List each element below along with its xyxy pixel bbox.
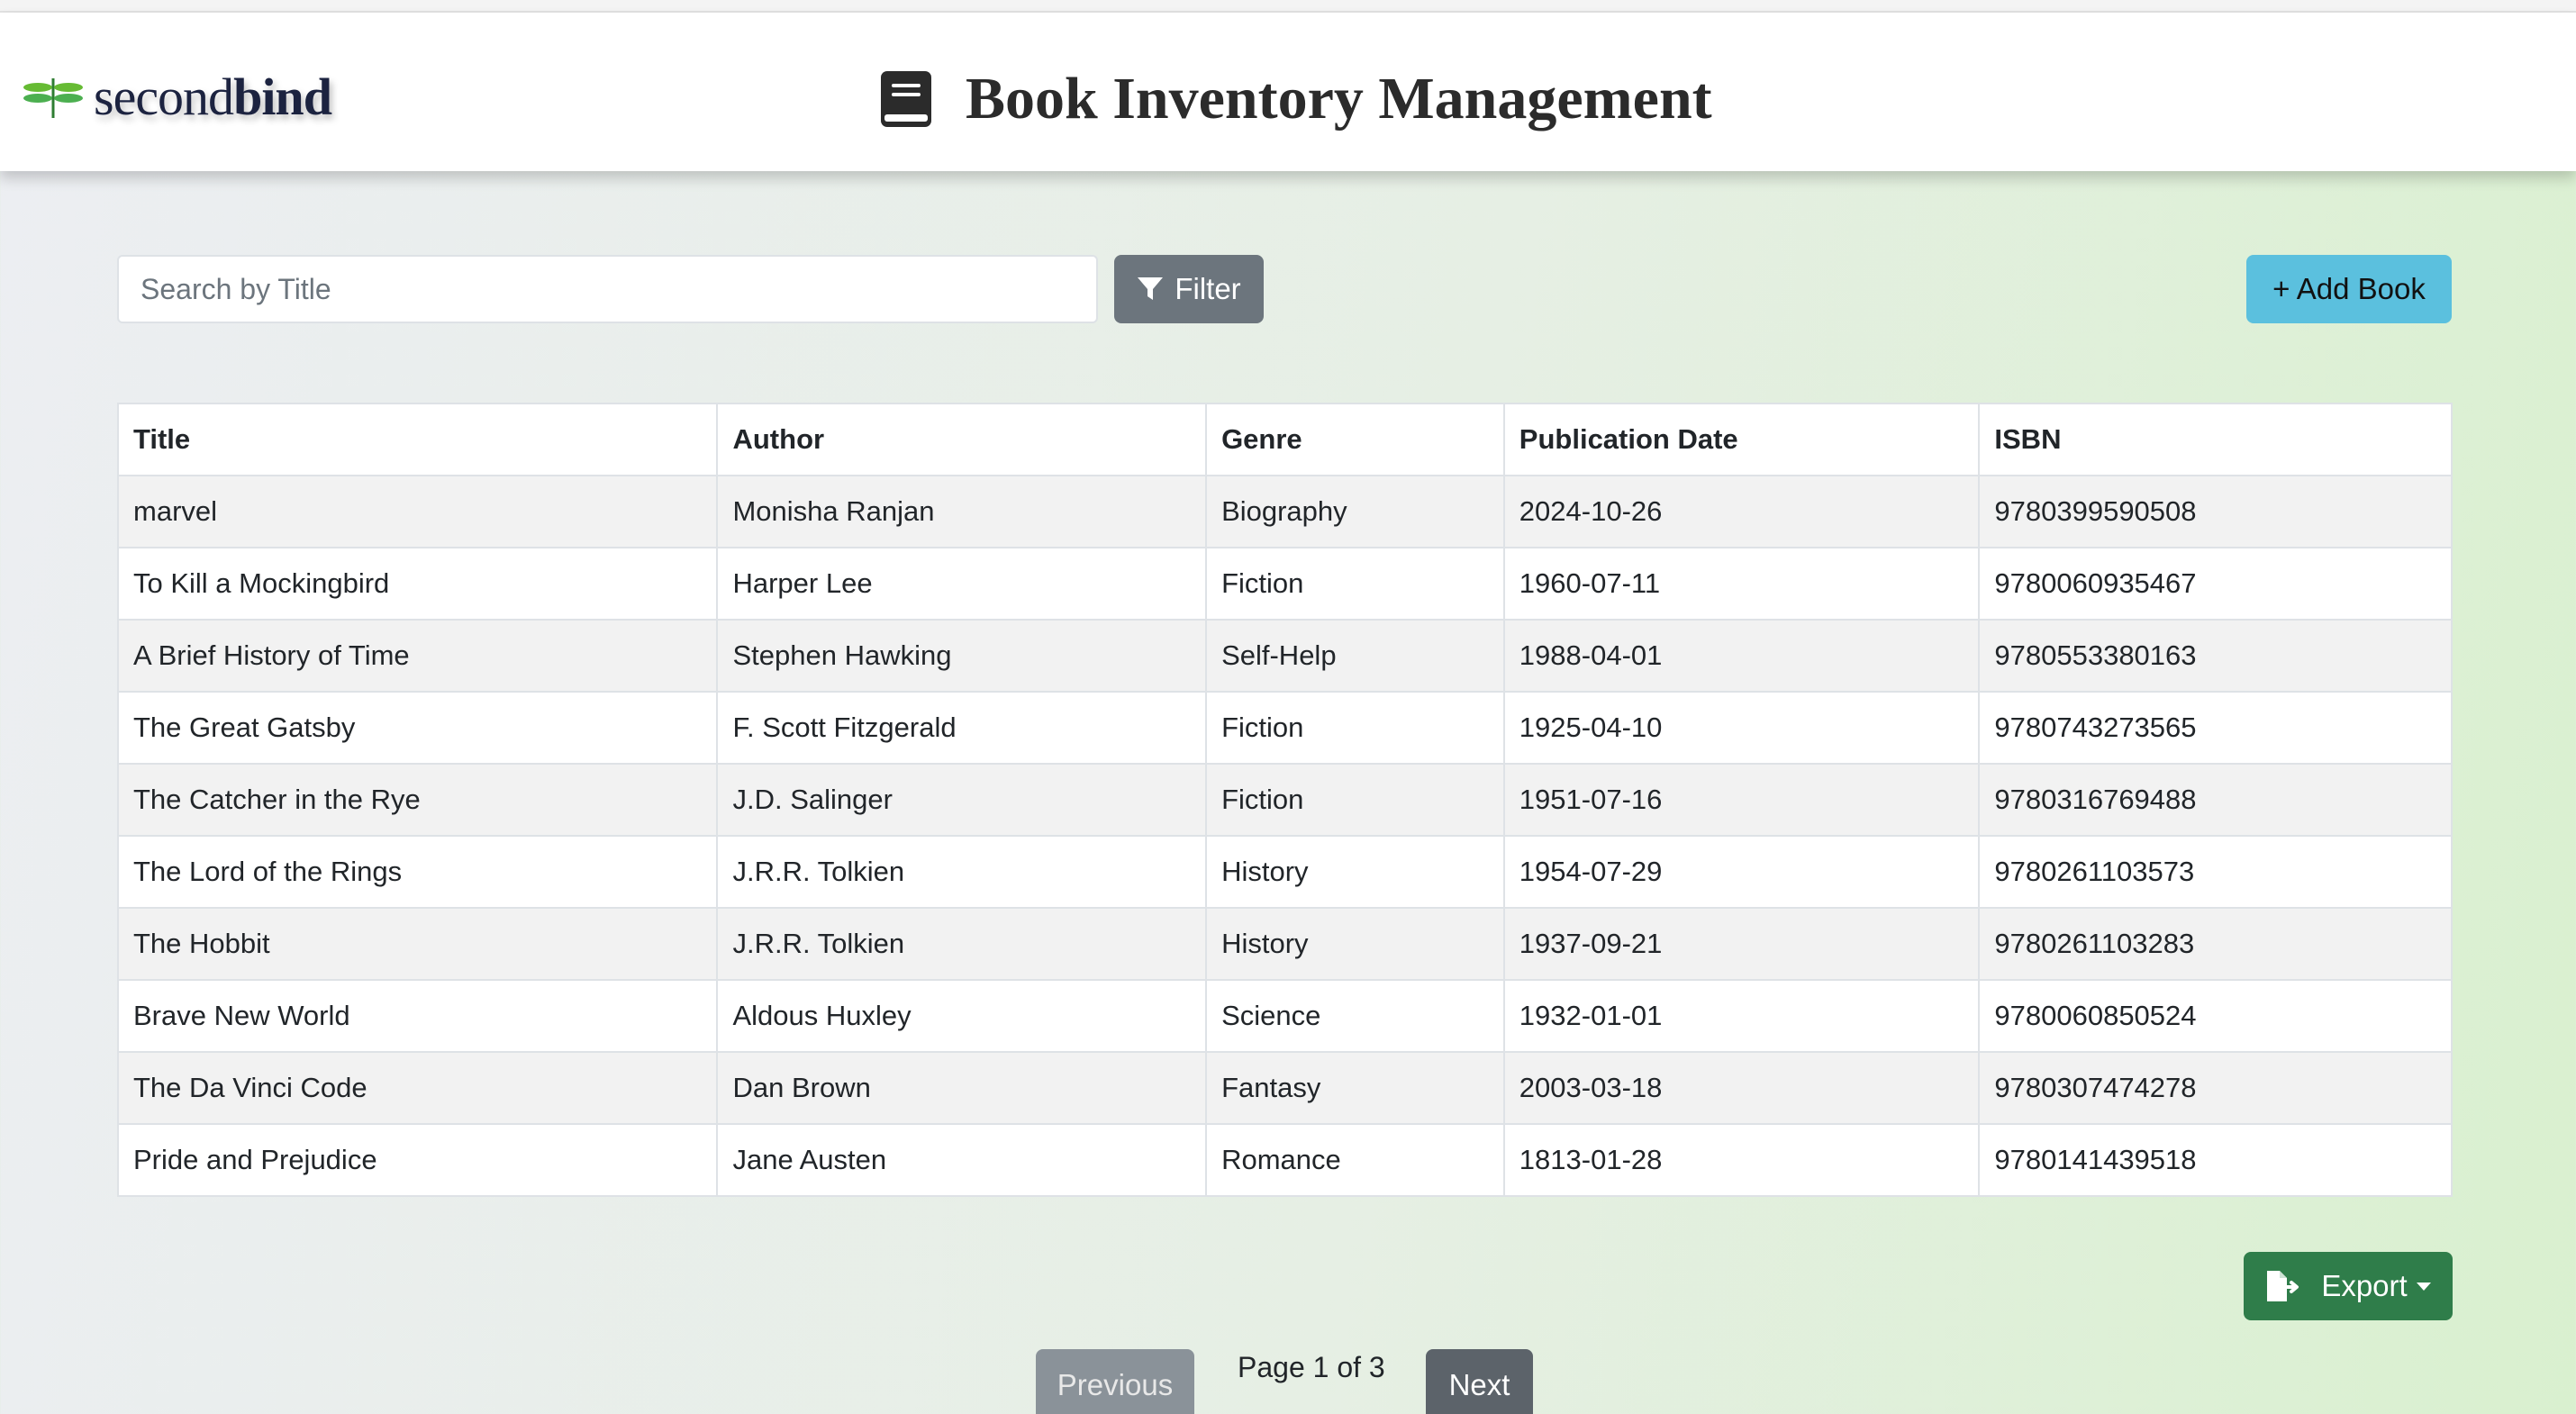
- app-header: secondbind Book Inventory Management: [0, 13, 2576, 171]
- cell-isbn: 9780141439518: [1978, 1123, 2453, 1197]
- export-button-label: Export: [2321, 1269, 2408, 1302]
- cell-author: F. Scott Fitzgerald: [716, 691, 1208, 765]
- cell-genre: Biography: [1205, 475, 1505, 548]
- cell-publication-date: 1988-04-01: [1502, 619, 1981, 693]
- column-header-genre[interactable]: Genre: [1205, 403, 1505, 476]
- cell-title: Brave New World: [116, 979, 719, 1053]
- page-title: Book Inventory Management: [966, 66, 1712, 131]
- cell-publication-date: 1932-01-01: [1502, 979, 1981, 1053]
- previous-page-button[interactable]: Previous: [1036, 1349, 1194, 1414]
- cell-author: J.D. Salinger: [716, 763, 1208, 837]
- cell-title: The Catcher in the Rye: [116, 763, 719, 837]
- table-row[interactable]: The Catcher in the Rye J.D. Salinger Fic…: [116, 763, 2453, 837]
- file-export-icon: [2267, 1271, 2299, 1301]
- cell-genre: History: [1205, 835, 1505, 909]
- table-row[interactable]: The Hobbit J.R.R. Tolkien History 1937-0…: [116, 907, 2453, 981]
- table-row[interactable]: The Da Vinci Code Dan Brown Fantasy 2003…: [116, 1051, 2453, 1125]
- book-icon: [881, 71, 931, 127]
- cell-genre: Fiction: [1205, 763, 1505, 837]
- cell-genre: Self-Help: [1205, 619, 1505, 693]
- cell-isbn: 9780316769488: [1978, 763, 2453, 837]
- cell-publication-date: 1813-01-28: [1502, 1123, 1981, 1197]
- cell-title: The Lord of the Rings: [116, 835, 719, 909]
- cell-publication-date: 2003-03-18: [1502, 1051, 1981, 1125]
- table-row[interactable]: Brave New World Aldous Huxley Science 19…: [116, 979, 2453, 1053]
- filter-button[interactable]: Filter: [1114, 255, 1264, 323]
- cell-genre: Fiction: [1205, 547, 1505, 621]
- cell-title: To Kill a Mockingbird: [116, 547, 719, 621]
- column-header-publication-date[interactable]: Publication Date: [1502, 403, 1981, 476]
- table-row[interactable]: A Brief History of Time Stephen Hawking …: [116, 619, 2453, 693]
- cell-isbn: 9780307474278: [1978, 1051, 2453, 1125]
- add-book-button[interactable]: + Add Book: [2246, 255, 2452, 323]
- cell-author: Jane Austen: [716, 1123, 1208, 1197]
- cell-isbn: 9780553380163: [1978, 619, 2453, 693]
- cell-isbn: 9780060935467: [1978, 547, 2453, 621]
- cell-title: A Brief History of Time: [116, 619, 719, 693]
- cell-isbn: 9780743273565: [1978, 691, 2453, 765]
- brand-name: secondbind: [94, 67, 332, 126]
- cell-author: Harper Lee: [716, 547, 1208, 621]
- table-row[interactable]: The Lord of the Rings J.R.R. Tolkien His…: [116, 835, 2453, 909]
- add-book-button-label: + Add Book: [2272, 272, 2426, 305]
- cell-title: The Great Gatsby: [116, 691, 719, 765]
- cell-genre: Romance: [1205, 1123, 1505, 1197]
- cell-title: marvel: [116, 475, 719, 548]
- cell-title: The Da Vinci Code: [116, 1051, 719, 1125]
- table-row[interactable]: To Kill a Mockingbird Harper Lee Fiction…: [116, 547, 2453, 621]
- filter-button-label: Filter: [1175, 272, 1241, 305]
- cell-genre: Science: [1205, 979, 1505, 1053]
- cell-genre: Fantasy: [1205, 1051, 1505, 1125]
- column-header-author[interactable]: Author: [716, 403, 1208, 476]
- cell-title: The Hobbit: [116, 907, 719, 981]
- cell-publication-date: 1954-07-29: [1502, 835, 1981, 909]
- cell-title: Pride and Prejudice: [116, 1123, 719, 1197]
- table-row[interactable]: Pride and Prejudice Jane Austen Romance …: [116, 1123, 2453, 1197]
- cell-publication-date: 2024-10-26: [1502, 475, 1981, 548]
- cell-author: Monisha Ranjan: [716, 475, 1208, 548]
- search-input[interactable]: [117, 255, 1098, 323]
- table-row[interactable]: The Great Gatsby F. Scott Fitzgerald Fic…: [116, 691, 2453, 765]
- column-header-title[interactable]: Title: [116, 403, 719, 476]
- page-title-group: Book Inventory Management: [879, 54, 1712, 144]
- cell-publication-date: 1951-07-16: [1502, 763, 1981, 837]
- cell-author: Stephen Hawking: [716, 619, 1208, 693]
- column-header-isbn[interactable]: ISBN: [1978, 403, 2453, 476]
- cell-author: Dan Brown: [716, 1051, 1208, 1125]
- cell-isbn: 9780261103283: [1978, 907, 2453, 981]
- top-edge: [0, 0, 2576, 13]
- filter-icon: [1138, 277, 1164, 300]
- brand-logo[interactable]: secondbind: [22, 65, 332, 128]
- next-page-button[interactable]: Next: [1426, 1349, 1533, 1414]
- books-table: Title Author Genre Publication Date ISBN…: [116, 403, 2453, 1197]
- page-indicator: Page 1 of 3: [1238, 1351, 1385, 1383]
- cell-publication-date: 1960-07-11: [1502, 547, 1981, 621]
- cell-publication-date: 1937-09-21: [1502, 907, 1981, 981]
- cell-isbn: 9780399590508: [1978, 475, 2453, 548]
- caret-down-icon: [2416, 1282, 2431, 1291]
- table-header-row: Title Author Genre Publication Date ISBN: [116, 403, 2453, 476]
- cell-genre: History: [1205, 907, 1505, 981]
- cell-isbn: 9780060850524: [1978, 979, 2453, 1053]
- dragonfly-icon: [23, 78, 83, 118]
- cell-publication-date: 1925-04-10: [1502, 691, 1981, 765]
- table-row[interactable]: marvel Monisha Ranjan Biography 2024-10-…: [116, 475, 2453, 548]
- cell-genre: Fiction: [1205, 691, 1505, 765]
- export-dropdown-button[interactable]: Export: [2244, 1252, 2453, 1320]
- cell-isbn: 9780261103573: [1978, 835, 2453, 909]
- cell-author: J.R.R. Tolkien: [716, 907, 1208, 981]
- cell-author: J.R.R. Tolkien: [716, 835, 1208, 909]
- cell-author: Aldous Huxley: [716, 979, 1208, 1053]
